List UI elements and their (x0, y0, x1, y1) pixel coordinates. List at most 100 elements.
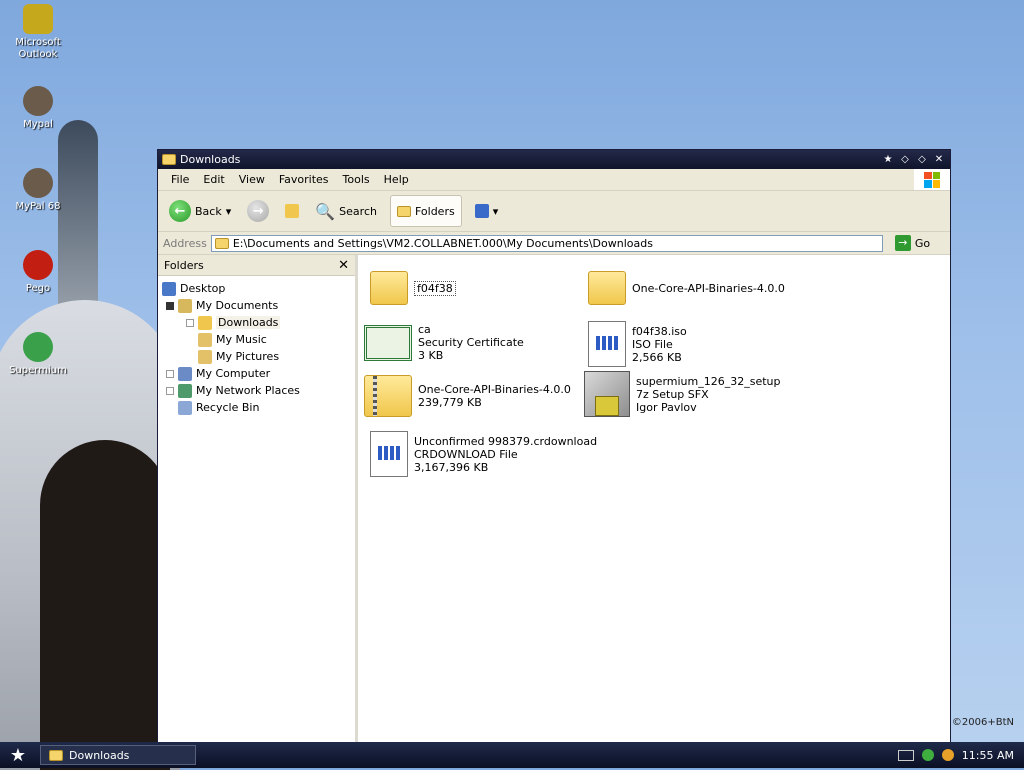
address-value: E:\Documents and Settings\VM2.COLLABNET.… (232, 236, 653, 250)
folder-icon (198, 315, 212, 330)
search-icon: 🔍 (315, 201, 336, 221)
views-button[interactable]: ▾ (472, 196, 502, 226)
views-icon (474, 204, 489, 218)
menu-favorites[interactable]: Favorites (272, 173, 336, 186)
folder-icon (370, 271, 408, 305)
setup-installer-icon (584, 371, 630, 417)
file-company: Igor Pavlov (636, 400, 697, 414)
search-tray-icon[interactable] (941, 749, 954, 761)
file-size: 3 KB (418, 349, 444, 362)
up-folder-button[interactable] (282, 196, 302, 226)
title-bar[interactable]: Downloads ★ ◇ ◇ ✕ (158, 150, 950, 169)
menu-file[interactable]: File (164, 173, 196, 186)
file-type: ISO File (632, 337, 673, 351)
file-name: One-Core-API-Binaries-4.0.0 (418, 383, 571, 396)
folders-pane-title: Folders (164, 258, 204, 272)
folders-button[interactable]: Folders (389, 195, 462, 227)
search-label: Search (339, 204, 377, 218)
folders-icon (396, 205, 411, 217)
person-silhouette (40, 440, 170, 770)
back-button[interactable]: ← Back ▾ (166, 196, 234, 226)
close-button[interactable]: ✕ (932, 153, 946, 167)
tree-item-my-music[interactable]: My Music (158, 331, 355, 348)
expand-icon[interactable] (166, 369, 174, 378)
menu-bar: File Edit View Favorites Tools Help (158, 169, 950, 191)
music-folder-icon (198, 332, 212, 347)
start-button[interactable]: ★ (0, 745, 36, 766)
file-name: Unconfirmed 998379.crdownload (414, 434, 598, 448)
file-size: 3,167,396 KB (414, 460, 489, 474)
desktop-icon-outlook[interactable]: Microsoft Outlook (3, 4, 73, 61)
window-title: Downloads (180, 153, 241, 166)
file-type: Security Certificate (418, 336, 524, 349)
desktop-watermark: ©2006+BtN (951, 717, 1014, 728)
back-arrow-icon: ← (169, 200, 191, 222)
clock[interactable]: 11:55 AM (962, 749, 1014, 762)
desktop-icon-supermium[interactable]: Supermium (3, 332, 73, 377)
address-label: Address (163, 236, 207, 250)
pictures-folder-icon (198, 349, 212, 364)
system-tray: 11:55 AM (897, 749, 1024, 762)
desktop-icon-mypal68[interactable]: MyPal 68 (3, 168, 73, 213)
mypal-icon (23, 86, 53, 116)
folders-pane: Folders ✕ Desktop My Documents Downloads (158, 255, 358, 744)
tree-item-desktop[interactable]: Desktop (158, 280, 355, 297)
tree-item-recycle-bin[interactable]: Recycle Bin (158, 399, 355, 416)
expand-icon[interactable] (166, 386, 174, 395)
collapse-icon[interactable] (166, 301, 174, 310)
folder-icon (214, 237, 229, 249)
maximize-button[interactable]: ◇ (915, 153, 929, 167)
crdownload-file-icon (370, 431, 408, 477)
taskbar-item-label: Downloads (69, 748, 130, 762)
file-item[interactable]: ca Security Certificate 3 KB (364, 323, 524, 362)
network-status-icon[interactable] (921, 749, 934, 761)
search-button[interactable]: 🔍 Search (312, 196, 380, 226)
forward-button[interactable]: → (244, 196, 272, 226)
expand-icon[interactable] (186, 318, 194, 327)
file-name: f04f38 (414, 280, 456, 296)
menu-help[interactable]: Help (377, 173, 416, 186)
go-button[interactable]: → Go (894, 235, 931, 251)
iso-file-icon (588, 321, 626, 367)
tree-item-my-pictures[interactable]: My Pictures (158, 348, 355, 365)
taskbar-item-downloads[interactable]: Downloads (40, 745, 196, 765)
minimize-button[interactable]: ◇ (898, 153, 912, 167)
file-name: ca (418, 323, 431, 336)
menu-edit[interactable]: Edit (196, 173, 231, 186)
tree-item-downloads[interactable]: Downloads (158, 314, 355, 331)
file-name: One-Core-API-Binaries-4.0.0 (632, 281, 785, 295)
desktop-icon-pego[interactable]: Pego (3, 250, 73, 295)
menu-view[interactable]: View (232, 173, 272, 186)
folder-icon (162, 154, 176, 165)
pego-icon (23, 250, 53, 280)
desktop-icon-mypal[interactable]: Mypal (3, 86, 73, 131)
tree-item-my-network-places[interactable]: My Network Places (158, 382, 355, 399)
tree-item-my-computer[interactable]: My Computer (158, 365, 355, 382)
star-icon[interactable]: ★ (881, 153, 895, 167)
certificate-icon (364, 324, 412, 361)
close-icon[interactable]: ✕ (338, 258, 349, 273)
toolbar: ← Back ▾ → 🔍 Search Folders ▾ (158, 191, 950, 232)
supermium-icon (23, 332, 53, 362)
explorer-window: Downloads ★ ◇ ◇ ✕ File Edit View Favorit… (157, 149, 951, 744)
go-label: Go (914, 236, 931, 250)
folder-icon (49, 749, 63, 761)
chevron-down-icon[interactable]: ▾ (226, 205, 232, 218)
file-size: 239,779 KB (418, 396, 482, 409)
menu-tools[interactable]: Tools (336, 173, 377, 186)
address-input[interactable]: E:\Documents and Settings\VM2.COLLABNET.… (210, 234, 883, 252)
mypal68-icon (23, 168, 53, 198)
file-item[interactable]: f04f38 (370, 271, 456, 305)
file-size: 2,566 KB (632, 350, 682, 364)
my-documents-icon (178, 298, 192, 313)
forward-arrow-icon: → (247, 200, 270, 222)
file-item[interactable]: One-Core-API-Binaries-4.0.0 (588, 271, 785, 305)
file-item[interactable]: f04f38.iso ISO File 2,566 KB (588, 321, 687, 367)
recycle-bin-icon (178, 400, 192, 415)
keyboard-icon[interactable] (897, 749, 914, 761)
outlook-icon (23, 4, 53, 34)
file-item[interactable]: Unconfirmed 998379.crdownload CRDOWNLOAD… (370, 431, 597, 477)
tree-item-my-documents[interactable]: My Documents (158, 297, 355, 314)
file-item[interactable]: supermium_126_32_setup 7z Setup SFX Igor… (584, 371, 781, 417)
file-item[interactable]: One-Core-API-Binaries-4.0.0 239,779 KB (364, 375, 571, 417)
